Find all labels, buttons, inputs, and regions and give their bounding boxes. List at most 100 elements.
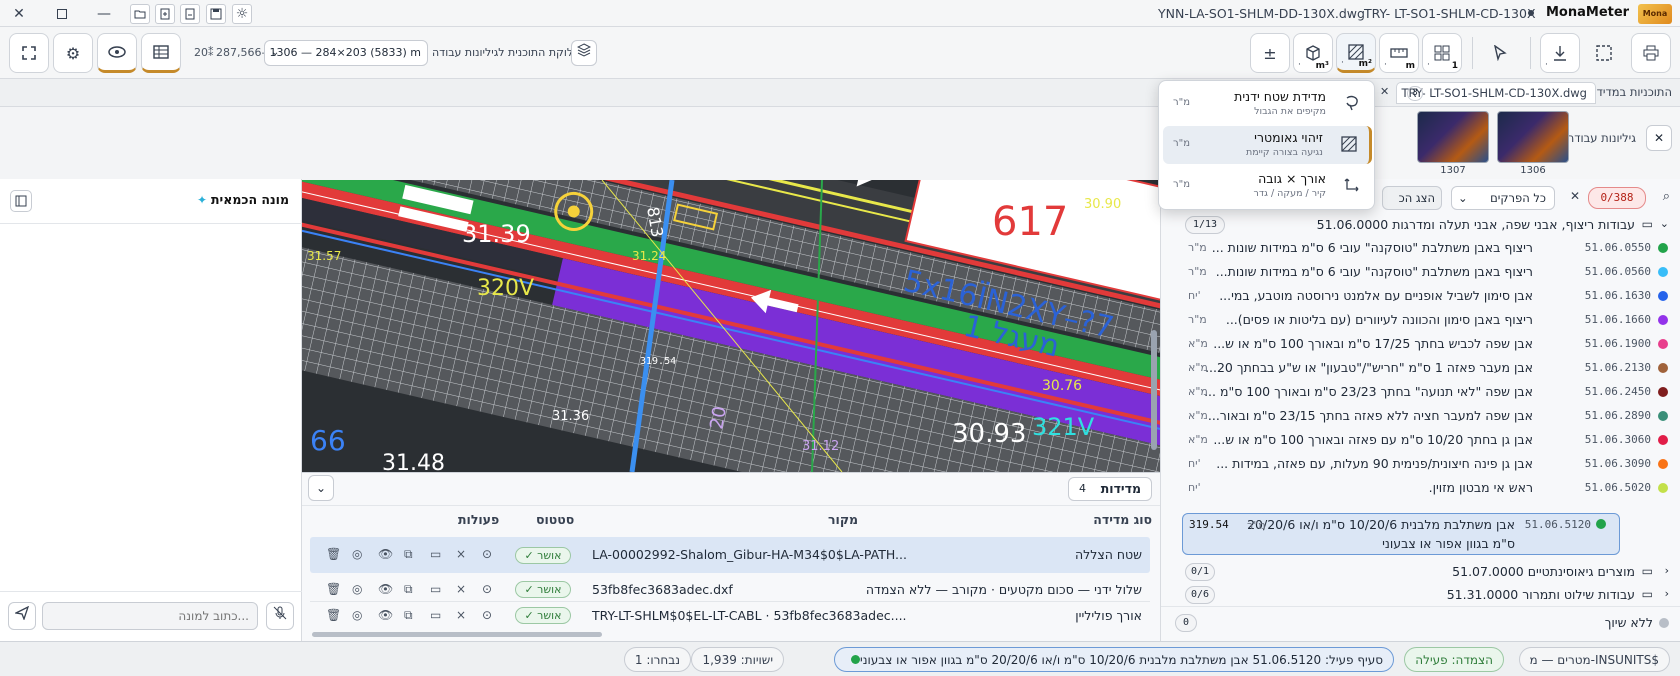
units-status[interactable]: מטרים — מ-INSUNITS$ — [1518, 647, 1670, 672]
open-file-2[interactable]: TRY- LT-SO1-SHLM-CD-130X — [1364, 6, 1536, 21]
close-icon[interactable]: × — [456, 547, 466, 561]
focus-icon[interactable]: ⊙ — [482, 547, 492, 561]
new-file-icon[interactable] — [180, 4, 200, 24]
measurements-tab[interactable]: מדידות 4 — [1068, 477, 1152, 501]
focus-icon[interactable]: ⊙ — [482, 582, 492, 596]
download-icon[interactable]: · — [1540, 33, 1580, 73]
target-icon[interactable]: ◎ — [352, 608, 362, 622]
folder-icon[interactable]: ▭ — [430, 582, 441, 596]
copy-icon[interactable]: ⧉ — [404, 547, 413, 562]
canvas-label: 30.76 — [1042, 378, 1082, 394]
import-icon[interactable] — [155, 4, 175, 24]
list-item[interactable]: 51.06.1900 אבן שפה לכביש בחתך 17/25 ס"מ ו… — [1161, 332, 1680, 356]
eye-icon[interactable]: 👁 — [378, 608, 393, 622]
folder-icon[interactable] — [130, 4, 150, 24]
table-row[interactable]: שלול ידני — סכום מקטעים · מקורב — ללא הצ… — [310, 576, 1150, 602]
chapter-filter-select[interactable]: כל הפרקים ⌄ — [1451, 186, 1555, 210]
close-icon[interactable]: × — [456, 582, 466, 596]
tab-plan-2[interactable]: TRY- LT-SO1-SHLM-CD-130X.dwg 3 — [1396, 82, 1596, 104]
close-sheets-icon[interactable]: ✕ — [1646, 125, 1672, 151]
layers-icon[interactable] — [571, 40, 597, 66]
show-button[interactable]: הצג הכ — [1382, 186, 1442, 210]
list-item[interactable]: 51.06.2450 אבן שפה "לאי תנועה" בחתך 23/23… — [1161, 380, 1680, 404]
target-icon[interactable]: ◎ — [352, 547, 362, 561]
save-icon[interactable] — [206, 4, 226, 24]
close-icon[interactable]: ✕ — [9, 4, 29, 24]
list-item[interactable]: 51.06.5020 ראש אי מבטון מזוין. יח' — [1161, 476, 1680, 500]
table-row[interactable]: אורך פוליליין TRY-LT-SHLM$0$EL-LT-CABL ·… — [310, 602, 1150, 628]
minimize-icon[interactable]: — — [94, 4, 114, 24]
delete-icon[interactable]: 🗑 — [326, 547, 341, 561]
item-code: 51.06.2890 — [1584, 409, 1651, 422]
unassigned-row[interactable]: ללא שיוך 0 — [1161, 611, 1680, 635]
settings-gear-icon[interactable]: ⚙ — [53, 33, 93, 73]
copy-icon[interactable]: ⧉ — [404, 582, 413, 597]
collapse-chevron-icon[interactable]: ⌄ — [308, 475, 334, 501]
chat-input[interactable] — [42, 602, 258, 630]
open-file-1[interactable]: YNN-LA-SO1-SHLM-DD-130X.dwg — [1158, 6, 1365, 21]
eye-icon[interactable]: 👁 — [378, 547, 393, 561]
focus-icon[interactable]: ⊙ — [482, 608, 492, 622]
print-icon[interactable] — [1631, 33, 1671, 73]
length-tool-ruler-icon[interactable]: m · — [1379, 33, 1419, 73]
search-count-badge: 0/388 — [1588, 187, 1646, 209]
list-item[interactable]: 51.06.2890 אבן שפה למעבר חציה ללא פאזה בח… — [1161, 404, 1680, 428]
item-unit: מ"א — [1188, 409, 1208, 422]
item-code: 51.06.1630 — [1584, 289, 1651, 302]
sheet-thumb-1307[interactable] — [1417, 111, 1489, 163]
list-item[interactable]: 51.06.1660 ריצוף באבן סימון והכוונה לעיוו… — [1161, 308, 1680, 332]
view-eye-icon[interactable] — [97, 33, 137, 73]
sheet-select[interactable]: ⌄ 1306 — 284×203 (5833) m — [264, 40, 428, 66]
list-item[interactable]: 51.06.0550 ריצוף באבן משתלבת "טוסקנה" עוב… — [1161, 236, 1680, 260]
collapse-panel-icon[interactable] — [10, 190, 32, 212]
col-actions-header: פעולות — [458, 512, 500, 527]
list-item[interactable]: 51.06.3090 אבן גן פינה חיצונית/פנימית 90 … — [1161, 452, 1680, 476]
item-color-dot — [1658, 267, 1668, 277]
menu-item-length-height[interactable]: אורך × גובה קיר / מעקה / גדר מ"ר — [1163, 167, 1372, 205]
send-icon[interactable] — [8, 602, 36, 630]
menu-item-geometric-detect[interactable]: זיהוי גאומטרי נגיעה בצורה קיימת מ"ר — [1163, 126, 1372, 164]
add-point-icon[interactable]: ± — [1250, 33, 1290, 73]
group-row[interactable]: ⌄ ▭ 51.06.0000 עבודות ריצוף, אבני שפה, א… — [1161, 213, 1680, 237]
delete-icon[interactable]: 🗑 — [326, 582, 341, 596]
theme-sun-icon[interactable]: ☼ — [232, 4, 252, 24]
marquee-select-icon[interactable] — [1584, 33, 1624, 73]
mic-off-icon[interactable] — [266, 602, 294, 630]
active-list-item[interactable]: 51.06.5120 אבן משתלבת מלבנית 10/20/6 ס"מ… — [1182, 513, 1620, 555]
menu-item-manual-area[interactable]: מדידת שטח ידנית מקיפים את הגבול מ"ר — [1163, 85, 1372, 123]
group-row[interactable]: › ▭ 51.31.0000 עבודות שילוט ותמרור 0/6 — [1161, 583, 1680, 607]
group-label: 51.31.0000 עבודות שילוט ותמרור — [1446, 587, 1635, 602]
list-item[interactable]: 51.06.1630 אבן סימון לשביל אופניים עם אלמ… — [1161, 284, 1680, 308]
folder-icon[interactable]: ▭ — [430, 547, 441, 561]
table-row[interactable]: שטח הצללה LA-00002992-Shalom_Gibur-HA-M3… — [310, 537, 1150, 573]
item-desc: אבן סימון לשביל אופניים עם אלמנט נירוסטה… — [1219, 288, 1533, 303]
sheet-thumb-1306[interactable] — [1497, 111, 1569, 163]
drawing-canvas[interactable]: 31.48 31.39 31.24 31.57 320V 31.36 31.12… — [302, 180, 1160, 472]
fullscreen-icon[interactable] — [9, 33, 49, 73]
tab-close-icon[interactable]: ✕ — [1380, 85, 1389, 98]
tab-count-badge: 3 — [1407, 86, 1423, 101]
delete-icon[interactable]: 🗑 — [326, 608, 341, 622]
area-tool-hatch-icon[interactable]: m² · — [1336, 33, 1376, 73]
count-tool-grid-icon[interactable]: 1 · — [1422, 33, 1462, 73]
list-item[interactable]: 51.06.2130 אבן מעבר פאזה 1 ס"מ "חריש"/"טב… — [1161, 356, 1680, 380]
search-icon[interactable]: ⌕ — [1663, 189, 1670, 204]
select-cursor-icon[interactable] — [1480, 33, 1520, 73]
canvas-label: 30.90 — [1084, 197, 1121, 212]
eye-icon[interactable]: 👁 — [378, 582, 393, 596]
item-color-dot — [1658, 459, 1668, 469]
snap-status[interactable]: הצמדה: פעילה — [1404, 647, 1504, 672]
list-item[interactable]: 51.06.0560 ריצוף באבן משתלבת "טוסקנה" עוב… — [1161, 260, 1680, 284]
table-icon[interactable] — [141, 33, 181, 73]
volume-tool-cube-icon[interactable]: m³ · — [1293, 33, 1333, 73]
target-icon[interactable]: ◎ — [352, 582, 362, 596]
group-row[interactable]: › ▭ 51.07.0000 מוצרים גיאוסינתטיים 0/1 — [1161, 560, 1680, 584]
zoom-count: 20⁑ — [194, 46, 214, 59]
maximize-icon[interactable] — [52, 4, 72, 24]
folder-icon[interactable]: ▭ — [430, 608, 441, 622]
close-icon[interactable]: × — [456, 608, 466, 622]
clear-filter-icon[interactable]: ✕ — [1570, 189, 1580, 203]
copy-icon[interactable]: ⧉ — [404, 608, 413, 623]
horizontal-scrollbar[interactable] — [312, 632, 602, 637]
list-item[interactable]: 51.06.3060 אבן גן בחתך 10/20 ס"מ עם פאזה … — [1161, 428, 1680, 452]
